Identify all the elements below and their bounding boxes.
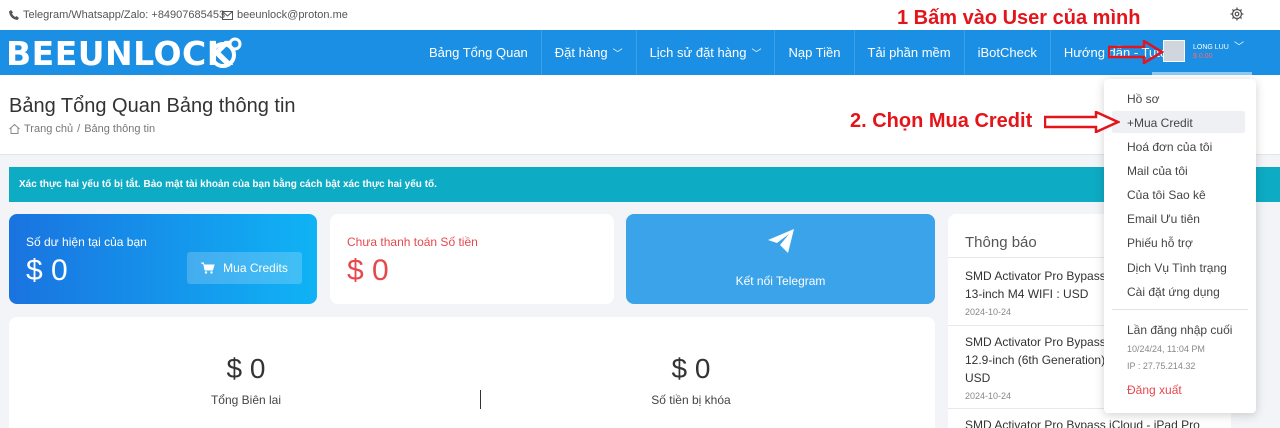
stats-divider xyxy=(480,390,481,409)
home-icon xyxy=(9,124,20,134)
annotation-step-2: 2. Chọn Mua Credit xyxy=(850,110,1033,132)
breadcrumb-home[interactable]: Trang chủ xyxy=(24,123,73,135)
balance-label: Số dư hiện tại của bạn xyxy=(26,235,147,249)
chevron-down-icon: ﹀ xyxy=(612,49,623,60)
contact-phone-text: Telegram/Whatsapp/Zalo: +84907685453 xyxy=(23,9,226,21)
last-login-label: Lần đăng nhập cuối xyxy=(1127,323,1233,337)
total-receipts-value: $ 0 xyxy=(226,353,266,384)
nav-item-label: iBotCheck xyxy=(977,45,1037,60)
notifications-heading: Thông báo xyxy=(965,234,1037,251)
notification-item[interactable]: SMD Activator Pro Bypass iCloud - iPad P… xyxy=(965,416,1225,428)
nav-item-order[interactable]: Đặt hàng ﹀ xyxy=(542,30,637,75)
buy-credits-label: Mua Credits xyxy=(223,261,288,275)
unpaid-card: Chưa thanh toán Số tiền $ 0 xyxy=(330,214,614,304)
nav-item-dashboard[interactable]: Bảng Tổng Quan xyxy=(416,30,542,75)
dropdown-item-buy-credit[interactable]: +Mua Credit xyxy=(1127,116,1193,130)
telegram-icon xyxy=(768,229,794,253)
contact-email-text: beeunlock@proton.me xyxy=(237,9,348,21)
nav-menu: Bảng Tổng Quan Đặt hàng ﹀ Lịch sử đặt hàn… xyxy=(416,30,1197,75)
total-receipts-label: Tổng Biên lai xyxy=(210,393,282,407)
last-login-ip: IP : 27.75.214.32 xyxy=(1127,361,1196,371)
page-title: Bảng Tổng Quan Bảng thông tin xyxy=(9,95,296,117)
breadcrumb-current: Bảng thông tin xyxy=(84,123,156,135)
dropdown-item-statement[interactable]: Của tôi Sao kê xyxy=(1127,188,1206,202)
two-factor-alert: Xác thực hai yếu tố bị tắt. Bảo mật tài … xyxy=(9,167,1280,202)
contact-phone: Telegram/Whatsapp/Zalo: +84907685453 xyxy=(9,9,225,21)
gear-icon[interactable] xyxy=(1230,7,1244,21)
contact-email: beeunlock@proton.me xyxy=(222,9,348,21)
locked-amount-value: $ 0 xyxy=(671,353,711,384)
notification-line: SMD Activator Pro Bypass iCloud - iPad P… xyxy=(965,418,1200,428)
buy-credits-button[interactable]: Mua Credits xyxy=(187,252,302,284)
arrow-right-icon xyxy=(1108,40,1164,64)
chevron-down-icon: ﹀ xyxy=(751,49,762,60)
cart-icon xyxy=(201,262,215,274)
user-dropdown-menu: Hồ sơ +Mua Credit Hoá đơn của tôi Mail c… xyxy=(1104,79,1256,413)
nav-item-download[interactable]: Tải phần mềm xyxy=(855,30,965,75)
chevron-down-icon[interactable]: ﹀ xyxy=(1234,38,1244,53)
nav-item-label: Nạp Tiền xyxy=(788,45,841,60)
total-receipts: $ 0 Tổng Biên lai xyxy=(146,353,346,407)
main-navbar: BEEUNLOCK Bảng Tổng Quan Đặt hàng ﹀ Lịch … xyxy=(0,30,1280,75)
nav-item-ibotcheck[interactable]: iBotCheck xyxy=(965,30,1051,75)
nav-item-label: Tải phần mềm xyxy=(867,45,951,60)
phone-icon xyxy=(9,10,19,20)
locked-amount: $ 0 Số tiền bị khóa xyxy=(591,353,791,407)
breadcrumb: Trang chủ / Bảng thông tin xyxy=(9,123,155,135)
dropdown-item-service-status[interactable]: Dịch Vụ Tình trạng xyxy=(1127,261,1227,275)
annotation-step-1: 1 Bấm vào User của mình xyxy=(897,7,1141,29)
logo-lock-icon xyxy=(210,37,242,68)
nav-item-topup[interactable]: Nạp Tiền xyxy=(775,30,855,75)
breadcrumb-separator: / xyxy=(77,123,81,135)
dropdown-item-invoices[interactable]: Hoá đơn của tôi xyxy=(1127,140,1212,154)
avatar xyxy=(1163,40,1185,62)
user-name: LONG LUU xyxy=(1193,43,1229,51)
envelope-icon xyxy=(222,10,233,20)
telegram-connect-label: Kết nối Telegram xyxy=(735,274,826,288)
unpaid-amount: $ 0 xyxy=(347,254,389,287)
dropdown-item-mail[interactable]: Mail của tôi xyxy=(1127,164,1188,178)
balance-card: Số dư hiện tại của bạn $ 0 Mua Credits xyxy=(9,214,317,304)
unpaid-label: Chưa thanh toán Số tiền xyxy=(347,235,478,249)
arrow-right-icon xyxy=(1044,111,1120,133)
brand-logo[interactable]: BEEUNLOCK xyxy=(6,34,233,73)
user-menu-toggle[interactable]: LONG LUU $ 0.00 xyxy=(1163,40,1229,62)
telegram-connect-card[interactable]: Kết nối Telegram xyxy=(626,214,935,304)
dropdown-item-app-settings[interactable]: Cài đặt ứng dụng xyxy=(1127,285,1220,299)
dropdown-divider xyxy=(1112,309,1248,310)
balance-amount: $ 0 xyxy=(26,254,68,287)
logout-link[interactable]: Đăng xuất xyxy=(1127,383,1182,397)
nav-item-label: Đặt hàng xyxy=(554,45,608,60)
dropdown-item-priority-email[interactable]: Email Ưu tiên xyxy=(1127,212,1200,226)
nav-item-label: Bảng Tổng Quan xyxy=(429,45,528,60)
nav-item-label: Lịch sử đặt hàng xyxy=(649,45,747,60)
locked-amount-label: Số tiền bị khóa xyxy=(651,393,731,407)
dropdown-item-support-ticket[interactable]: Phiếu hỗ trợ xyxy=(1127,236,1193,250)
nav-item-order-history[interactable]: Lịch sử đặt hàng ﹀ xyxy=(637,30,776,75)
stats-card: $ 0 Tổng Biên lai $ 0 Số tiền bị khóa xyxy=(9,317,935,428)
last-login-time: 10/24/24, 11:04 PM xyxy=(1127,344,1205,354)
dropdown-item-profile[interactable]: Hồ sơ xyxy=(1127,92,1160,106)
user-balance: $ 0.00 xyxy=(1193,52,1213,60)
